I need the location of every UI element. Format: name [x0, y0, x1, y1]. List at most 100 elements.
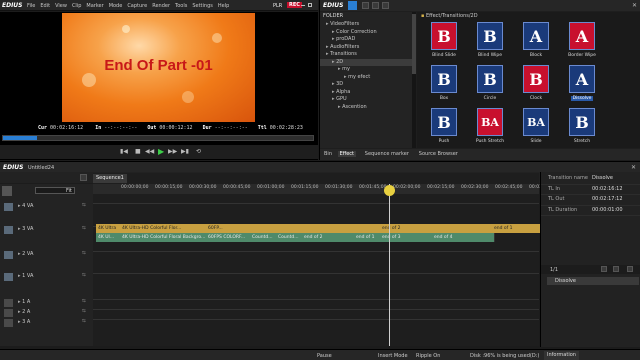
tree-item[interactable]: ▸ Ascention: [320, 104, 412, 112]
close-icon[interactable]: ✕: [631, 164, 636, 171]
track-sync-icon[interactable]: ⇆: [82, 203, 86, 208]
audio-clip[interactable]: end of 1: [354, 233, 383, 242]
tree-item[interactable]: ▸ 3D: [320, 81, 412, 89]
effect-item[interactable]: A Dissolve: [565, 65, 599, 101]
audio-clip[interactable]: Countd...: [276, 233, 305, 242]
menu-item-clip[interactable]: Clip: [72, 3, 81, 9]
forward-icon[interactable]: ▶▶: [168, 148, 177, 155]
video-clip[interactable]: 4K Ultra-HD Colorful Flor...: [120, 224, 209, 233]
tab-sequence-marker[interactable]: Sequence marker: [363, 151, 411, 157]
effect-item[interactable]: A Block: [519, 22, 553, 58]
stop-icon[interactable]: ■: [135, 148, 141, 155]
menu-item-edit[interactable]: Edit: [40, 3, 50, 9]
video-clip[interactable]: [250, 224, 279, 233]
fit-dropdown[interactable]: Fit: [35, 187, 75, 194]
panel-home-icon[interactable]: [348, 1, 357, 10]
effect-item[interactable]: B Clock: [519, 65, 553, 101]
menu-item-render[interactable]: Render: [152, 3, 170, 9]
loop-icon[interactable]: ⟲: [196, 148, 201, 155]
track-mode-indicator[interactable]: [4, 226, 13, 234]
audio-clip[interactable]: 4K Ul...: [96, 233, 123, 242]
effect-item[interactable]: B Push: [427, 108, 461, 144]
track-header[interactable]: ▸ 2 A: [18, 309, 78, 315]
video-clip[interactable]: 4K Ultra: [96, 224, 123, 233]
menu-item-mode[interactable]: Mode: [109, 3, 123, 9]
track-sync-icon[interactable]: ⇆: [82, 226, 86, 231]
tree-item[interactable]: ▸ AudioFilters: [320, 44, 412, 52]
track-header[interactable]: ▸ 1 VA: [18, 273, 78, 279]
tree-item[interactable]: ▸ Transitions: [320, 51, 412, 59]
play-icon[interactable]: ▶: [158, 147, 164, 156]
panel-tool-icon[interactable]: [362, 2, 369, 9]
tree-item[interactable]: ▸ my: [320, 66, 412, 74]
tab-source-browser[interactable]: Source Browser: [417, 151, 460, 157]
video-clip[interactable]: 60FP...: [206, 224, 253, 233]
menu-item-tools[interactable]: Tools: [175, 3, 187, 9]
effect-item[interactable]: A Border Wipe: [565, 22, 599, 58]
effect-item[interactable]: BA Slide: [519, 108, 553, 144]
tree-item[interactable]: ▸ Color Correction: [320, 29, 412, 37]
tab-bin[interactable]: Bin: [322, 151, 334, 157]
info-list-item[interactable]: Dissolve: [547, 277, 639, 285]
track-header[interactable]: ▸ 4 VA: [18, 203, 78, 209]
prev-frame-icon[interactable]: ▮◀: [120, 148, 128, 155]
scrollbar-thumb[interactable]: [412, 14, 416, 74]
track-sync-icon[interactable]: ⇆: [82, 319, 86, 324]
video-clip[interactable]: [432, 224, 495, 233]
rewind-icon[interactable]: ◀◀: [145, 148, 154, 155]
tree-item[interactable]: ▸ proDAD: [320, 36, 412, 44]
effect-item[interactable]: B Stretch: [565, 108, 599, 144]
effect-item[interactable]: B Box: [427, 65, 461, 101]
info-tool-icon[interactable]: [627, 266, 633, 272]
track-sync-icon[interactable]: ⇆: [82, 309, 86, 314]
maximize-icon[interactable]: [308, 3, 312, 7]
info-tool-icon[interactable]: [601, 266, 607, 272]
effect-item[interactable]: B Blind Wipe: [473, 22, 507, 58]
video-clip[interactable]: [354, 224, 383, 233]
audio-clip[interactable]: Countd...: [250, 233, 279, 242]
track-header[interactable]: ▸ 3 A: [18, 319, 78, 325]
tree-scrollbar[interactable]: [412, 12, 416, 148]
playhead-handle[interactable]: [384, 185, 395, 196]
panel-tool-icon[interactable]: [372, 2, 379, 9]
info-tab[interactable]: Information: [544, 351, 579, 360]
track-header[interactable]: ▸ 3 VA: [18, 226, 78, 232]
track-mode-indicator[interactable]: [4, 273, 13, 281]
video-clip[interactable]: [276, 224, 305, 233]
menu-item-help[interactable]: Help: [218, 3, 229, 9]
track-header[interactable]: ▸ 2 VA: [18, 251, 78, 257]
audio-clip[interactable]: end of 2: [302, 233, 357, 242]
track-sync-icon[interactable]: ⇆: [82, 251, 86, 256]
track-header[interactable]: ▸ 1 A: [18, 299, 78, 305]
tree-item[interactable]: ▸ Alpha: [320, 89, 412, 97]
sequence-tab[interactable]: Sequence1: [93, 174, 127, 183]
tree-item[interactable]: ▸ GPU: [320, 96, 412, 104]
tree-item[interactable]: ▸ VideoFilters: [320, 21, 412, 29]
playhead[interactable]: [389, 184, 390, 346]
rec-button[interactable]: REC: [287, 2, 302, 8]
tree-item[interactable]: ▸ 2D: [320, 58, 412, 66]
track-mode-indicator[interactable]: [4, 203, 13, 211]
effect-item[interactable]: B Circle: [473, 65, 507, 101]
next-frame-icon[interactable]: ▶▮: [181, 148, 189, 155]
preview-scrubber[interactable]: [2, 135, 314, 141]
info-tool-icon[interactable]: [613, 266, 619, 272]
toolbar-icon[interactable]: [80, 174, 87, 181]
track-mode-indicator[interactable]: [4, 309, 13, 317]
minimize-icon[interactable]: [301, 5, 305, 6]
audio-clip[interactable]: 4K Ultra-HD Colorful Floral Backgro...: [120, 233, 209, 242]
panel-tool-icon[interactable]: [382, 2, 389, 9]
track-settings-icon[interactable]: [2, 186, 12, 196]
track-mode-indicator[interactable]: [4, 251, 13, 259]
menu-item-capture[interactable]: Capture: [127, 3, 147, 9]
effect-item[interactable]: B Blind Slide: [427, 22, 461, 58]
track-mode-indicator[interactable]: [4, 299, 13, 307]
effect-item[interactable]: BA Push Stretch: [473, 108, 507, 144]
menu-item-view[interactable]: View: [55, 3, 67, 9]
track-mode-indicator[interactable]: [4, 319, 13, 327]
time-ruler[interactable]: 00:00:00;00 00:00:15;00 00:00:30;00 00:00:4…: [93, 184, 556, 194]
track-sync-icon[interactable]: ⇆: [82, 273, 86, 278]
video-clip[interactable]: [302, 224, 357, 233]
audio-clip[interactable]: 60FPS COLORF...: [206, 233, 253, 242]
audio-clip[interactable]: end of 4: [432, 233, 495, 242]
